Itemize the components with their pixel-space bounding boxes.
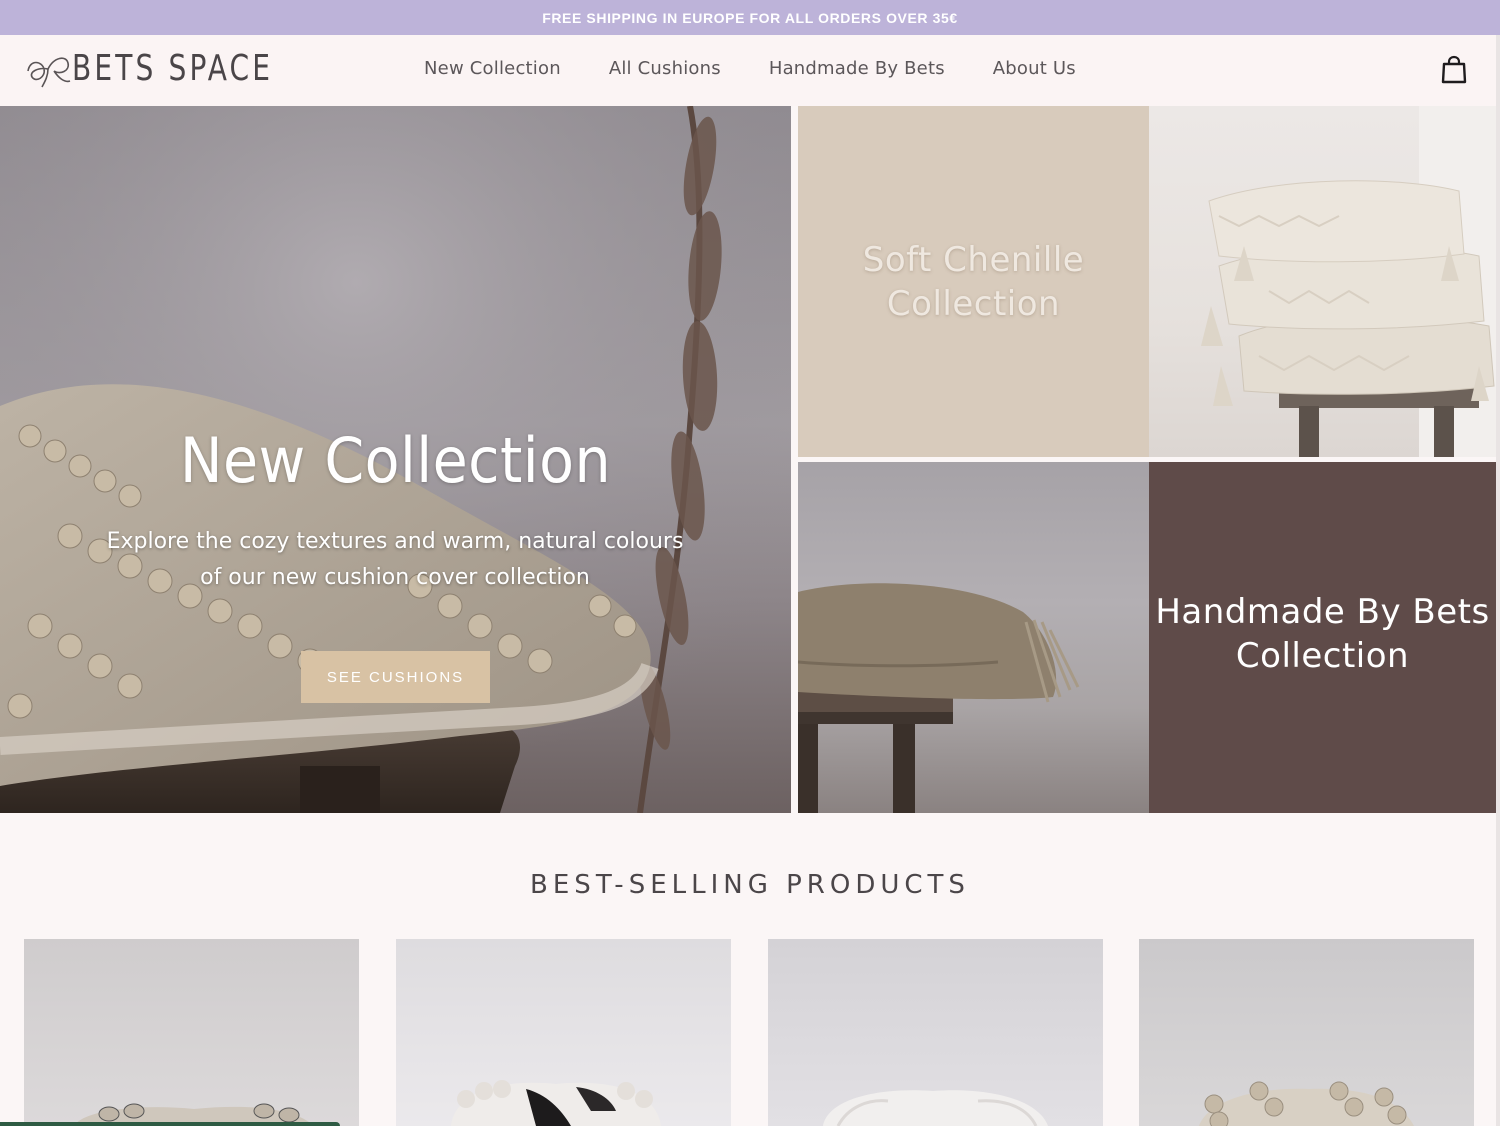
best-selling-title: BEST-SELLING PRODUCTS xyxy=(530,870,970,900)
shopping-bag-icon[interactable] xyxy=(1440,55,1468,85)
product-image xyxy=(823,1090,1048,1126)
cookie-banner-edge xyxy=(0,1122,340,1126)
announcement-text: FREE SHIPPING IN EUROPE FOR ALL ORDERS O… xyxy=(542,9,958,26)
handmade-by-bets-collection-label: Handmade By Bets Collection xyxy=(1149,590,1496,678)
soft-chenille-collection-label: Soft Chenille Collection xyxy=(798,238,1149,326)
linen-cushion-image xyxy=(798,583,1080,813)
handmade-by-bets-collection-tile[interactable]: Handmade By Bets Collection xyxy=(1149,462,1496,813)
hero-title: New Collection xyxy=(179,424,612,497)
tile-label-line-1: Soft Chenille xyxy=(862,240,1085,280)
stacked-cushions-image xyxy=(1201,106,1496,457)
product-card[interactable] xyxy=(1139,939,1474,1126)
hero-subtitle-line-1: Explore the cozy textures and warm, natu… xyxy=(106,529,684,554)
nav-new-collection[interactable]: New Collection xyxy=(424,58,561,79)
product-card[interactable] xyxy=(396,939,731,1126)
tile-label-line-2: Collection xyxy=(886,284,1061,324)
nav-all-cushions[interactable]: All Cushions xyxy=(609,58,721,79)
see-cushions-button[interactable]: SEE CUSHIONS xyxy=(301,651,490,703)
product-card[interactable] xyxy=(768,939,1103,1126)
product-image xyxy=(1199,1081,1414,1126)
hero-banner: New Collection Explore the cozy textures… xyxy=(0,106,791,813)
hero-subtitle-line-2: of our new cushion cover collection xyxy=(200,565,590,590)
product-image xyxy=(74,1103,314,1126)
bow-logo-icon xyxy=(27,57,71,88)
soft-chenille-collection-tile[interactable]: Soft Chenille Collection xyxy=(798,106,1149,457)
tile-label-line-1: Handmade By Bets xyxy=(1155,592,1490,632)
soft-chenille-collection-image[interactable] xyxy=(1149,106,1496,457)
nav-about-us[interactable]: About Us xyxy=(993,58,1076,79)
site-header: BETS SPACE New Collection All Cushions H… xyxy=(0,35,1500,106)
page-scrollbar[interactable] xyxy=(1496,35,1500,1126)
main-nav: New Collection All Cushions Handmade By … xyxy=(424,58,1124,79)
brand-name: BETS SPACE xyxy=(72,48,274,89)
brand-logo[interactable]: BETS SPACE xyxy=(24,49,330,89)
tile-label-line-2: Collection xyxy=(1235,636,1410,676)
handmade-by-bets-image[interactable] xyxy=(798,462,1149,813)
product-image xyxy=(451,1080,661,1126)
product-card[interactable] xyxy=(24,939,359,1126)
hero-subtitle: Explore the cozy textures and warm, natu… xyxy=(95,524,695,596)
nav-handmade-by-bets[interactable]: Handmade By Bets xyxy=(769,58,945,79)
announcement-bar: FREE SHIPPING IN EUROPE FOR ALL ORDERS O… xyxy=(0,0,1500,35)
